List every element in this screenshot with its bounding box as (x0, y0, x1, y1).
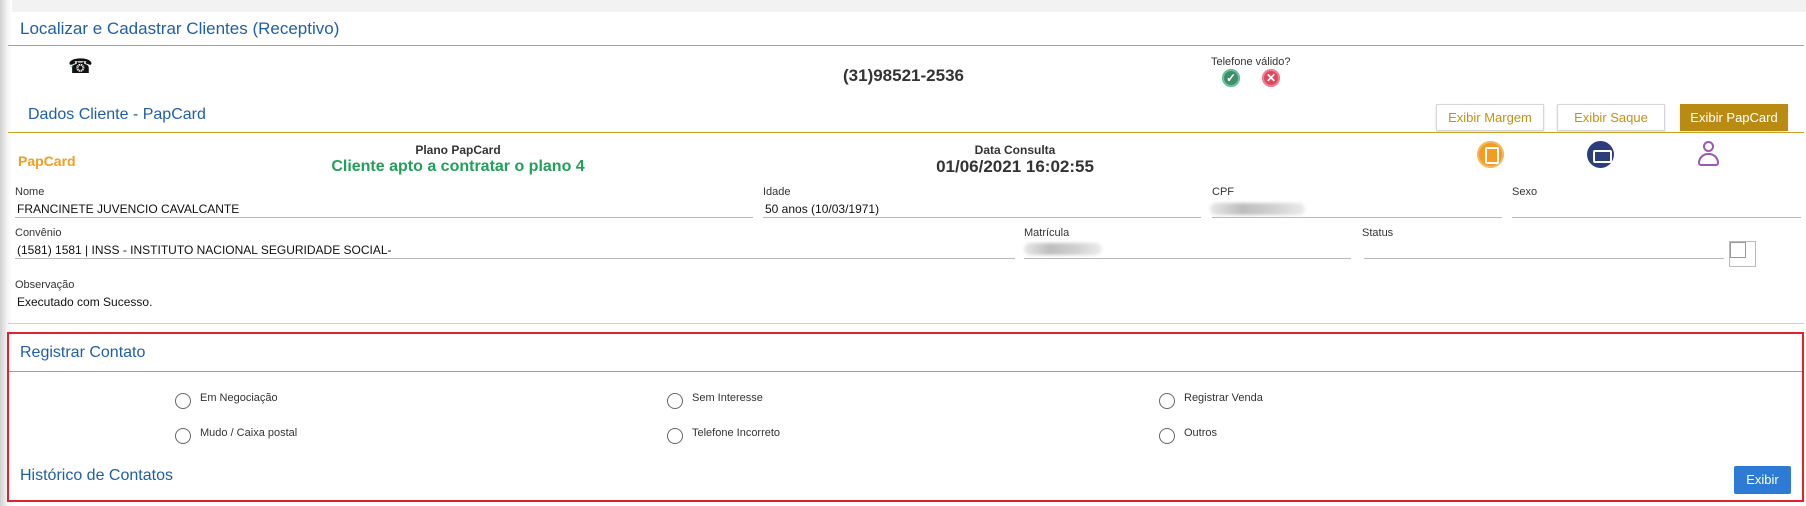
idade-value: 50 anos (10/03/1971) (765, 202, 880, 216)
radio-telefone-incorreto[interactable] (667, 428, 683, 444)
cpf-label: CPF (1212, 186, 1234, 198)
page-title: Localizar e Cadastrar Clientes (Receptiv… (20, 19, 340, 38)
observacao-value: Executado com Sucesso. (17, 295, 153, 309)
matricula-redacted (1024, 243, 1102, 255)
client-section-divider (8, 132, 1804, 133)
top-strip (0, 0, 1806, 12)
cpf-field-line (1212, 217, 1502, 218)
history-section-title: Histórico de Contatos (20, 467, 173, 484)
idade-label: Idade (763, 186, 791, 198)
plan-value: Cliente apto a contratar o plano 4 (331, 158, 585, 175)
phone-number: (31)98521-2536 (843, 66, 964, 85)
radio-outros-label: Outros (1184, 427, 1218, 439)
matricula-label: Matrícula (1024, 227, 1070, 239)
printer-icon[interactable] (1587, 141, 1614, 168)
tab-exibir-saque[interactable]: Exibir Saque (1557, 104, 1665, 131)
radio-sem-interesse[interactable] (667, 393, 683, 409)
header-divider (8, 45, 1804, 46)
radio-mudo-caixa-postal[interactable] (175, 428, 191, 444)
radio-registrar-venda-label: Registrar Venda (1184, 392, 1263, 404)
convenio-field-line (15, 258, 1015, 259)
status-checkbox[interactable] (1729, 241, 1756, 267)
radio-em-negociacao[interactable] (175, 393, 191, 409)
date-value: 01/06/2021 16:02:55 (936, 157, 1094, 176)
date-heading: Data Consulta (974, 143, 1056, 157)
radio-outros[interactable] (1159, 428, 1175, 444)
papcard-label: PapCard (18, 153, 76, 169)
phone-valid-label: Telefone válido? (1211, 56, 1291, 68)
status-field-line (1364, 258, 1724, 259)
status-label: Status (1362, 227, 1394, 239)
contact-divider (9, 371, 1802, 372)
cpf-redacted (1210, 203, 1305, 215)
plan-heading: Plano PapCard (415, 143, 501, 157)
observacao-label: Observação (15, 279, 75, 291)
x-circle-icon[interactable]: ✕ (1262, 69, 1280, 87)
telephone-icon[interactable]: ☎ (68, 54, 93, 79)
document-edit-icon[interactable] (1477, 141, 1504, 168)
nome-label: Nome (15, 186, 45, 198)
contact-highlight-box (7, 332, 1804, 502)
convenio-value: (1581) 1581 | INSS - INSTITUTO NACIONAL … (17, 243, 392, 257)
matricula-field-line (1024, 258, 1351, 259)
idade-field-line (763, 217, 1201, 218)
nome-value: FRANCINETE JUVENCIO CAVALCANTE (17, 202, 240, 216)
page: Localizar e Cadastrar Clientes (Receptiv… (0, 0, 1806, 506)
convenio-label: Convênio (15, 227, 62, 239)
radio-sem-interesse-label: Sem Interesse (692, 392, 763, 404)
sexo-field-line (1512, 217, 1801, 218)
sexo-label: Sexo (1512, 186, 1538, 198)
observation-divider (8, 323, 1804, 324)
contact-section-title: Registrar Contato (20, 344, 146, 361)
check-circle-icon[interactable]: ✓ (1222, 69, 1240, 87)
nome-field-line (15, 217, 753, 218)
radio-em-negociacao-label: Em Negociação (200, 392, 278, 404)
radio-mudo-caixa-postal-label: Mudo / Caixa postal (200, 427, 298, 439)
user-icon[interactable] (1695, 141, 1722, 168)
tab-exibir-papcard[interactable]: Exibir PapCard (1680, 104, 1788, 131)
radio-telefone-incorreto-label: Telefone Incorreto (692, 427, 781, 439)
radio-registrar-venda[interactable] (1159, 393, 1175, 409)
exibir-button[interactable]: Exibir (1734, 466, 1791, 494)
tab-exibir-margem[interactable]: Exibir Margem (1436, 104, 1544, 131)
client-section-title: Dados Cliente - PapCard (28, 106, 206, 123)
